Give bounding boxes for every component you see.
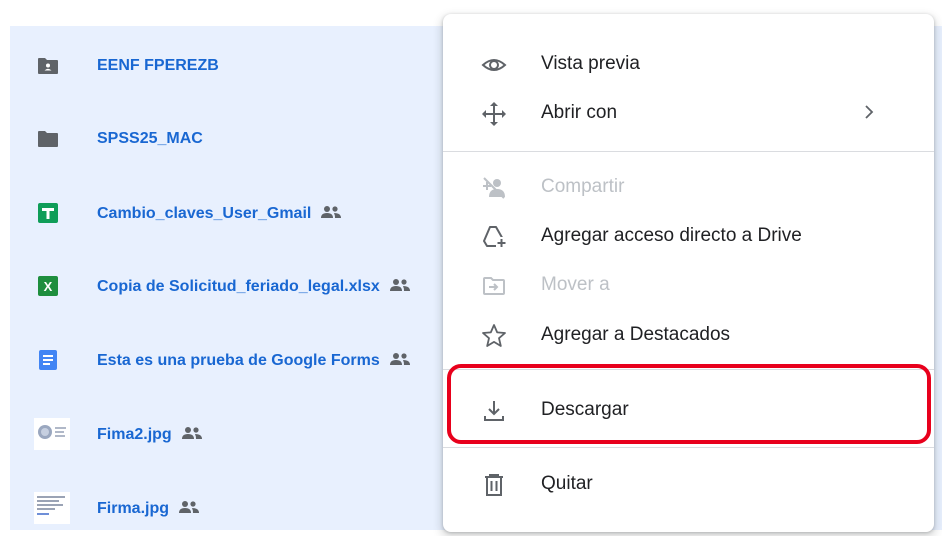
image-thumbnail-icon [34,492,70,524]
file-name: Fima2.jpg [97,425,204,444]
file-name: EENF FPEREZB [97,57,219,74]
add-person-icon [483,177,505,199]
shared-people-icon [179,501,200,513]
chevron-right-icon [865,105,874,119]
menu-item-remove[interactable]: Quitar [443,460,934,508]
menu-item-move-to[interactable]: Mover a [443,261,934,309]
svg-text:X: X [44,279,53,294]
file-name: SPSS25_MAC [97,130,203,147]
google-sheets-icon [38,203,58,223]
menu-item-label: Abrir con [541,102,618,123]
folder-icon [38,131,58,147]
menu-item-preview[interactable]: Vista previa [443,40,934,88]
menu-item-label: Agregar acceso directo a Drive [541,225,802,246]
menu-divider [443,447,934,448]
menu-divider [443,151,934,152]
menu-item-label: Quitar [541,473,593,494]
menu-item-label: Vista previa [541,53,640,74]
google-docs-icon [39,350,57,370]
move-arrows-icon [482,102,506,126]
context-menu: Vista previa Abrir con Compartir Agregar… [443,14,934,532]
menu-item-share[interactable]: Compartir [443,163,934,211]
folder-move-icon [483,277,505,295]
file-name: Firma.jpg [97,499,201,518]
file-name: Copia de Solicitud_feriado_legal.xlsx [97,277,412,296]
trash-icon [485,474,503,496]
menu-item-label: Compartir [541,176,625,197]
shared-people-icon [389,353,410,365]
file-name: Esta es una prueba de Google Forms [97,351,412,370]
eye-icon [481,59,507,71]
star-outline-icon [482,324,506,347]
image-thumbnail-icon [34,418,70,450]
menu-item-label: Agregar a Destacados [541,324,731,345]
highlight-annotation [447,364,931,444]
excel-icon: X [38,276,58,296]
shared-people-icon [389,279,410,291]
shared-people-icon [181,427,202,439]
shared-folder-icon [38,58,58,74]
file-name: Cambio_claves_User_Gmail [97,204,343,223]
menu-item-open-with[interactable]: Abrir con [443,89,934,137]
menu-item-add-shortcut[interactable]: Agregar acceso directo a Drive [443,212,934,260]
menu-item-add-starred[interactable]: Agregar a Destacados [443,311,934,359]
drive-shortcut-icon [483,226,507,248]
menu-item-label: Mover a [541,274,610,295]
shared-people-icon [321,206,342,218]
